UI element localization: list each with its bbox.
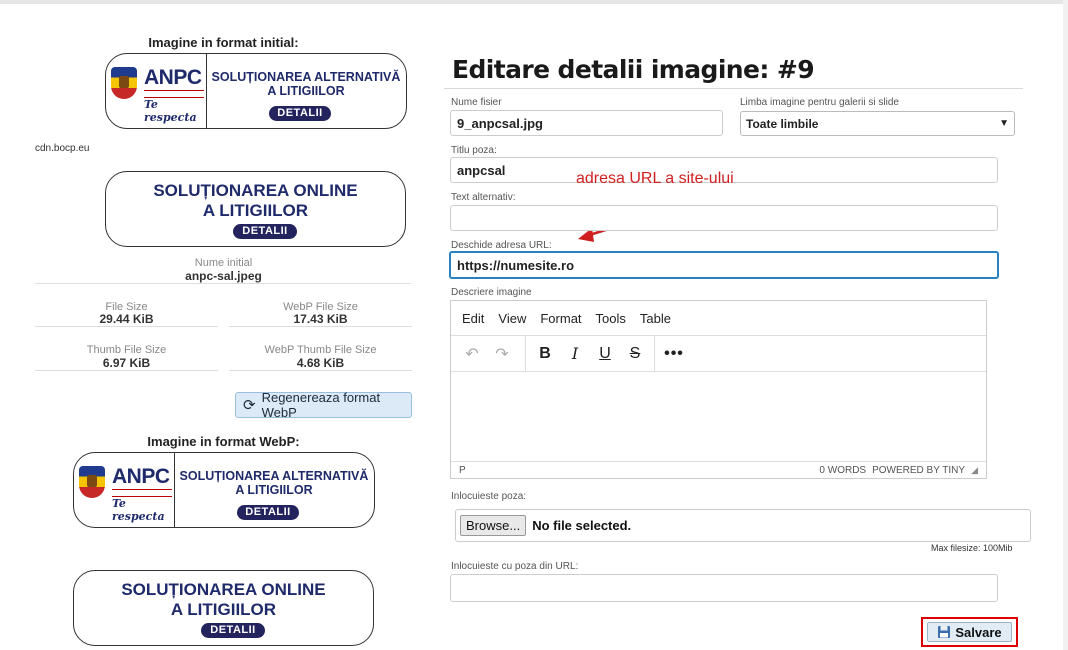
url-input[interactable]: https://numesite.ro	[449, 251, 999, 279]
max-filesize-note: Max filesize: 100Mib	[931, 543, 1013, 553]
annotation-text: adresa URL a site-ului	[576, 170, 734, 187]
banner-title: SOLUȚIONAREA ALTERNATIVĂ A LITIGIILOR	[206, 70, 406, 99]
alt-text-label: Text alternativ:	[451, 192, 516, 203]
italic-icon[interactable]: I	[560, 344, 590, 363]
chevron-down-icon: ▼	[999, 118, 1009, 129]
image-preview-initial-thumb: SOLUȚIONAREA ONLINE A LITIGIILOR DETALII	[105, 171, 406, 247]
anpc-logo: ANPC Te respecta	[74, 453, 175, 527]
undo-icon[interactable]: ↶	[457, 344, 487, 364]
editor-statusbar: P 0 WORDS POWERED BY TINY ◢	[451, 461, 986, 478]
banner-title-line1: SOLUȚIONAREA ALTERNATIVĂ	[179, 469, 369, 483]
photo-title-label: Titlu poza:	[451, 145, 497, 156]
menu-view[interactable]: View	[491, 311, 533, 326]
menu-format[interactable]: Format	[533, 311, 588, 326]
anpc-logo: ANPC Te respecta	[106, 54, 207, 128]
editor-toolbar: ↶ ↷ B I U S •••	[451, 335, 986, 372]
browse-button[interactable]: Browse...	[460, 515, 527, 536]
floppy-disk-icon	[938, 626, 951, 638]
rich-text-editor[interactable]: Edit View Format Tools Table ↶ ↷ B I U S…	[450, 300, 987, 479]
divider	[35, 326, 218, 327]
banner-title-line2: A LITIGIILOR	[235, 483, 313, 498]
tagline-text: Te respecta	[144, 98, 197, 124]
url-label: Deschide adresa URL:	[451, 240, 552, 251]
editor-path: P	[459, 464, 466, 476]
replace-url-input[interactable]	[450, 574, 998, 602]
divider	[35, 283, 411, 284]
banner-title-line2: A LITIGIILOR	[267, 84, 345, 99]
strikethrough-icon[interactable]: S	[620, 345, 650, 363]
original-name-value: anpc-sal.jpeg	[185, 269, 262, 283]
save-highlight-frame: Salvare	[921, 617, 1018, 647]
romania-crest-icon	[111, 67, 137, 99]
underline-icon[interactable]: U	[590, 345, 620, 363]
details-pill: DETALII	[237, 505, 299, 520]
thumb-file-size-label: Thumb File Size	[86, 344, 167, 356]
image-preview-webp-thumb: SOLUȚIONAREA ONLINE A LITIGIILOR DETALII	[73, 570, 374, 646]
details-pill: DETALII	[201, 623, 265, 638]
thumb-file-size-value: 6.97 KiB	[102, 356, 151, 370]
alt-text-input[interactable]	[450, 205, 998, 231]
filename-input[interactable]: 9_anpcsal.jpg	[450, 110, 723, 136]
redo-icon[interactable]: ↷	[487, 344, 517, 364]
description-label: Descriere imagine	[451, 287, 532, 298]
file-size-value: 29.44 KiB	[99, 312, 154, 326]
banner-title: SOLUȚIONAREA ALTERNATIVĂ A LITIGIILOR	[174, 469, 374, 498]
replace-photo-label: Inlocuieste poza:	[451, 491, 527, 502]
details-pill: DETALII	[269, 106, 331, 121]
webp-thumb-size-value: 4.68 KiB	[296, 356, 345, 370]
refresh-icon: ⟳	[243, 397, 256, 414]
top-bar	[0, 0, 1068, 4]
tagline-text: Te respecta	[112, 497, 165, 523]
regenerate-webp-button[interactable]: ⟳ Regenereaza format WebP	[235, 390, 412, 420]
toolbar-separator	[525, 335, 526, 372]
menu-edit[interactable]: Edit	[455, 311, 491, 326]
word-count: 0 WORDS	[819, 464, 867, 476]
divider	[229, 326, 412, 327]
banner-title: SOLUȚIONAREA ONLINE A LITIGIILOR	[74, 580, 373, 619]
language-label: Limba imagine pentru galerii si slide	[740, 97, 899, 108]
banner-title-line1: SOLUȚIONAREA ONLINE	[121, 580, 326, 599]
no-file-text: No file selected.	[532, 518, 632, 533]
page-scrollbar[interactable]	[1063, 0, 1068, 650]
banner-title-line1: SOLUȚIONAREA ALTERNATIVĂ	[211, 70, 401, 84]
replace-url-label: Inlocuieste cu poza din URL:	[451, 561, 579, 572]
title-divider	[444, 88, 1023, 89]
banner-title-line1: SOLUȚIONAREA ONLINE	[153, 181, 358, 200]
file-upload-field[interactable]: Browse... No file selected.	[455, 509, 1031, 542]
divider	[229, 370, 412, 371]
logo-stripe	[144, 90, 204, 98]
original-name-label: Nume initial	[194, 257, 253, 269]
banner-title-line2: A LITIGIILOR	[170, 599, 277, 619]
logo-stripe	[112, 489, 172, 497]
language-select-value: Toate limbile	[746, 116, 819, 131]
webp-file-size-value: 17.43 KiB	[293, 312, 348, 326]
webp-thumb-size-label: WebP Thumb File Size	[264, 344, 377, 356]
save-label: Salvare	[955, 624, 1002, 640]
save-button[interactable]: Salvare	[927, 622, 1012, 642]
resize-handle-icon[interactable]: ◢	[971, 465, 978, 476]
menu-tools[interactable]: Tools	[589, 311, 633, 326]
bold-icon[interactable]: B	[530, 345, 560, 363]
image-preview-webp: ANPC Te respecta SOLUȚIONAREA ALTERNATIV…	[73, 452, 375, 528]
initial-format-heading: Imagine in format initial:	[148, 35, 299, 50]
more-icon[interactable]: •••	[659, 345, 689, 363]
banner-title-line2: A LITIGIILOR	[202, 200, 309, 220]
menu-table[interactable]: Table	[633, 311, 678, 326]
powered-by-link[interactable]: POWERED BY TINY	[872, 465, 965, 476]
webp-format-heading: Imagine in format WebP:	[147, 434, 300, 449]
image-preview-initial: ANPC Te respecta SOLUȚIONAREA ALTERNATIV…	[105, 53, 407, 129]
cdn-label: cdn.bocp.eu	[35, 143, 90, 154]
details-pill: DETALII	[233, 224, 297, 239]
filename-label: Nume fisier	[451, 97, 502, 108]
regenerate-webp-label: Regenereaza format WebP	[261, 390, 381, 420]
toolbar-separator	[654, 335, 655, 372]
language-select[interactable]: Toate limbile ▼	[740, 111, 1015, 136]
romania-crest-icon	[79, 466, 105, 498]
editor-menubar: Edit View Format Tools Table	[451, 301, 986, 336]
brand-text: ANPC	[144, 66, 202, 89]
divider	[35, 370, 218, 371]
page-title: Editare detalii imagine: #9	[452, 55, 815, 84]
banner-title: SOLUȚIONAREA ONLINE A LITIGIILOR	[106, 181, 405, 220]
brand-text: ANPC	[112, 465, 170, 488]
